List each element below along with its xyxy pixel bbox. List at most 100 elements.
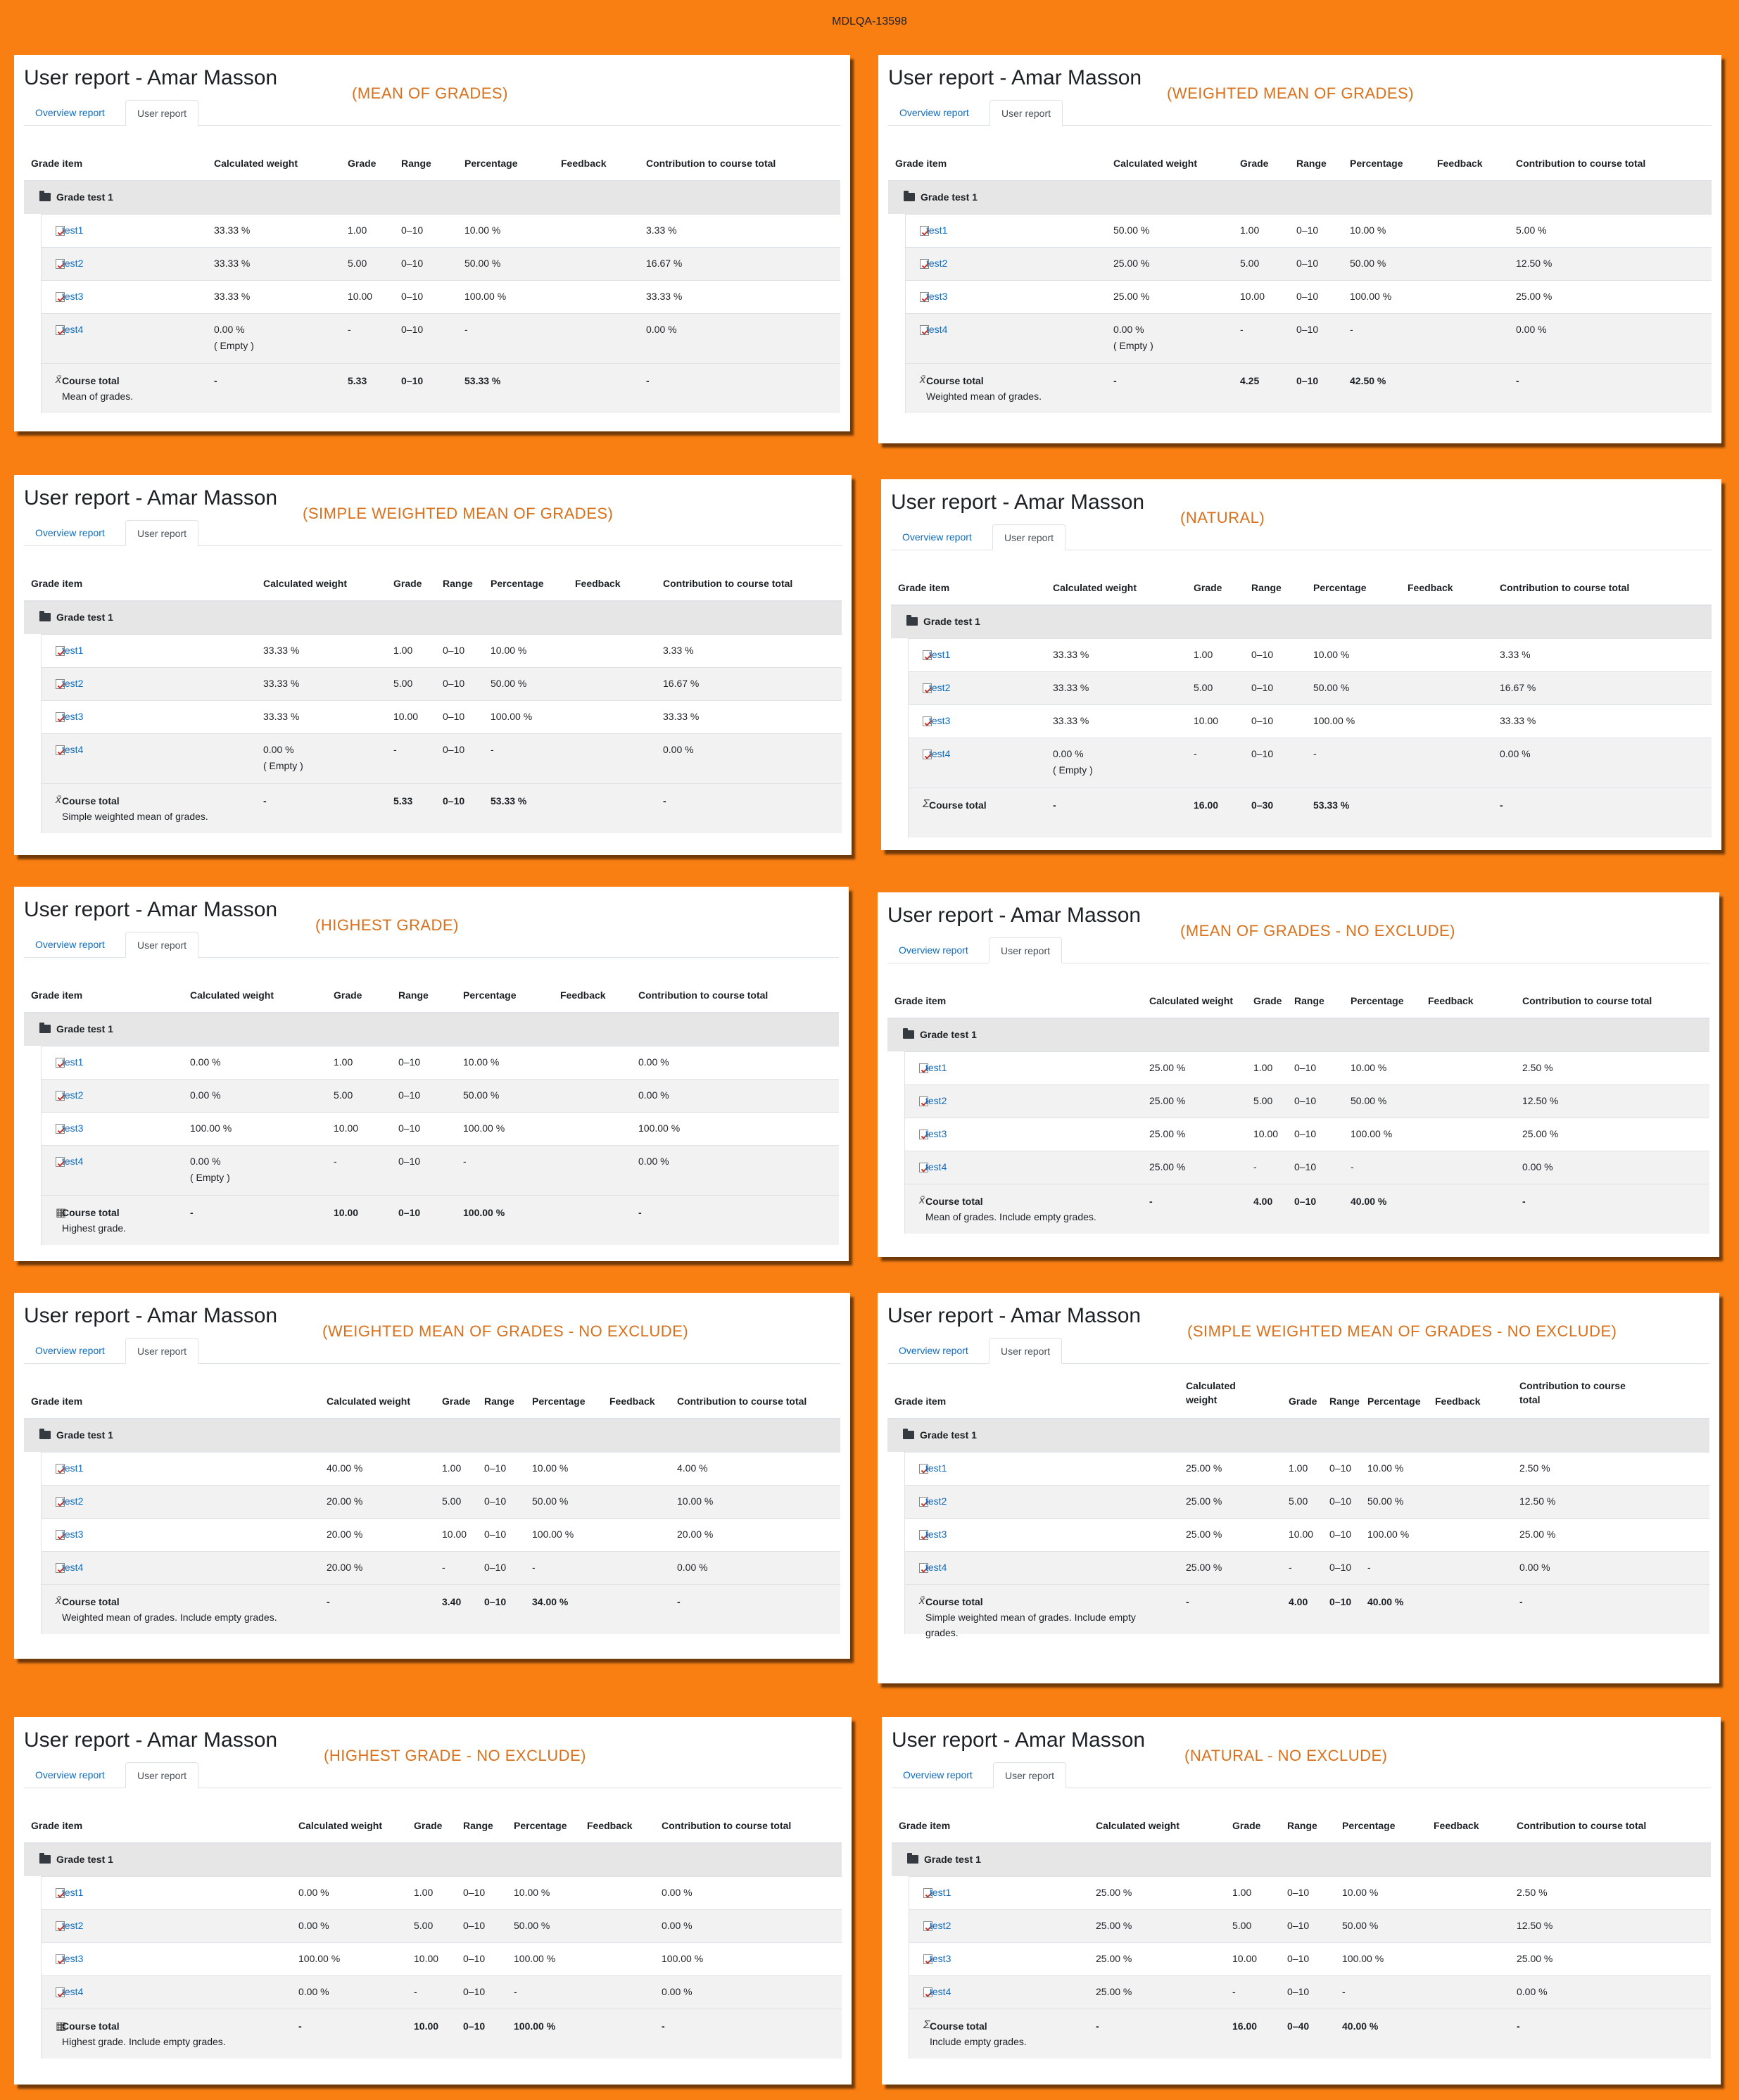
table-row: test4 25.00 % - 0–10 - 0.00 %: [909, 1975, 1711, 2009]
grade-item-link[interactable]: test2: [62, 1920, 83, 1931]
total-weight-cell: -: [1053, 799, 1056, 811]
tab-overview-report[interactable]: Overview report: [887, 1338, 980, 1363]
range-cell: 0–10: [1294, 1128, 1317, 1139]
table-header: Grade item Calculated weight Grade Range…: [888, 134, 1712, 181]
category-row: Grade test 1: [24, 1843, 842, 1876]
grade-item-link[interactable]: test4: [925, 1562, 947, 1573]
grade-item-link[interactable]: test3: [62, 711, 83, 722]
grade-item-link[interactable]: test4: [62, 1156, 83, 1167]
tab-user-report[interactable]: User report: [993, 1762, 1067, 1788]
grade-item-link[interactable]: test3: [62, 291, 83, 302]
tab-overview-report[interactable]: Overview report: [24, 100, 116, 125]
calc-weight-cell: 25.00 %: [1096, 1887, 1132, 1898]
grade-item-link[interactable]: test3: [926, 291, 947, 302]
tab-overview-report[interactable]: Overview report: [887, 937, 980, 963]
report-title: User report - Amar Masson: [24, 898, 278, 921]
grade-item-link[interactable]: test2: [62, 678, 83, 689]
report-panel: User report - Amar Masson (SIMPLE WEIGHT…: [14, 475, 852, 855]
grade-item-link[interactable]: test1: [929, 649, 950, 660]
total-weight-cell: -: [1096, 2020, 1099, 2032]
grade-item-link[interactable]: test2: [929, 682, 950, 693]
report-panel: User report - Amar Masson (NATURAL) Over…: [881, 479, 1721, 850]
table-row: test1 33.33 % 1.00 0–10 10.00 % 3.33 %: [909, 638, 1712, 671]
grade-item-link[interactable]: test4: [62, 324, 83, 335]
col-percentage: Percentage: [491, 578, 544, 589]
tab-overview-report[interactable]: Overview report: [24, 932, 116, 957]
report-title: User report - Amar Masson: [892, 1728, 1146, 1752]
tab-user-report[interactable]: User report: [125, 520, 199, 546]
tab-user-report[interactable]: User report: [989, 937, 1063, 963]
grade-item-link[interactable]: test1: [62, 1887, 83, 1898]
grade-item-link[interactable]: test1: [62, 1056, 83, 1068]
grade-item-link[interactable]: test3: [925, 1529, 947, 1540]
course-total-desc: Highest grade. Include empty grades.: [62, 2036, 226, 2047]
grade-item-link[interactable]: test3: [925, 1128, 947, 1139]
grade-item-link[interactable]: test3: [62, 1953, 83, 1964]
range-cell: 0–10: [1251, 682, 1274, 693]
grade-item-link[interactable]: test1: [62, 645, 83, 656]
range-cell: 0–10: [1287, 1887, 1310, 1898]
grade-item-link[interactable]: test1: [930, 1887, 951, 1898]
contribution-cell: 2.50 %: [1522, 1062, 1553, 1073]
grade-item-link[interactable]: test2: [930, 1920, 951, 1931]
calc-weight-cell: 25.00 %: [1096, 1986, 1132, 1997]
calc-weight-cell: 0.00 %: [1053, 748, 1084, 759]
report-title: User report - Amar Masson: [24, 1304, 278, 1327]
grade-item-link[interactable]: test4: [929, 748, 950, 759]
col-percentage: Percentage: [463, 989, 517, 1001]
grade-item-link[interactable]: test4: [925, 1161, 947, 1172]
tab-user-report[interactable]: User report: [125, 100, 199, 126]
tab-overview-report[interactable]: Overview report: [892, 1762, 984, 1788]
range-cell: 0–10: [401, 291, 424, 302]
grade-item-link[interactable]: test1: [926, 224, 947, 236]
grade-cell: -: [1240, 324, 1244, 335]
report-tabs: Overview report User report: [24, 100, 840, 126]
grade-item-link[interactable]: test2: [926, 258, 947, 269]
table-row: test2 25.00 % 5.00 0–10 50.00 % 12.50 %: [909, 1909, 1711, 1942]
total-range-cell: 0–10: [401, 375, 424, 386]
col-grade: Grade: [1194, 582, 1222, 593]
grade-item-link[interactable]: test3: [62, 1529, 83, 1540]
table-row: test1 40.00 % 1.00 0–10 10.00 % 4.00 %: [42, 1452, 840, 1485]
grade-item-link[interactable]: test4: [62, 1562, 83, 1573]
grade-item-link[interactable]: test4: [62, 1986, 83, 1997]
report-tabs: Overview report User report: [891, 524, 1712, 550]
contribution-cell: 0.00 %: [646, 324, 677, 335]
folder-icon: [39, 611, 51, 621]
grade-item-link[interactable]: test2: [62, 258, 83, 269]
tab-user-report[interactable]: User report: [125, 932, 199, 958]
tab-overview-report[interactable]: Overview report: [24, 1338, 116, 1363]
total-percentage-cell: 42.50 %: [1350, 375, 1386, 386]
grade-item-link[interactable]: test1: [62, 224, 83, 236]
tab-overview-report[interactable]: Overview report: [891, 524, 983, 550]
grade-item-link[interactable]: test1: [925, 1462, 947, 1474]
grade-item-link[interactable]: test4: [930, 1986, 951, 1997]
tab-user-report[interactable]: User report: [989, 1338, 1063, 1364]
tab-user-report[interactable]: User report: [989, 100, 1063, 126]
col-grade: Grade: [1240, 158, 1269, 169]
grade-item-link[interactable]: test1: [62, 1462, 83, 1474]
percentage-cell: 100.00 %: [464, 291, 507, 302]
col-grade: Grade: [393, 578, 422, 589]
grade-cell: -: [1289, 1562, 1292, 1573]
grade-item-link[interactable]: test4: [926, 324, 947, 335]
category-label: Grade test 1: [924, 1854, 981, 1865]
calc-weight-cell: 0.00 %: [298, 1986, 329, 1997]
tab-user-report[interactable]: User report: [992, 524, 1066, 550]
grade-item-link[interactable]: test2: [62, 1495, 83, 1507]
tab-overview-report[interactable]: Overview report: [24, 1762, 116, 1788]
tab-overview-report[interactable]: Overview report: [24, 520, 116, 545]
grade-item-link[interactable]: test3: [929, 715, 950, 726]
grade-item-link[interactable]: test1: [925, 1062, 947, 1073]
grade-item-link[interactable]: test2: [62, 1089, 83, 1101]
grade-item-link[interactable]: test2: [925, 1095, 947, 1106]
grade-item-link[interactable]: test2: [925, 1495, 947, 1507]
tab-overview-report[interactable]: Overview report: [888, 100, 980, 125]
grade-item-link[interactable]: test3: [62, 1122, 83, 1134]
percentage-cell: 100.00 %: [1313, 715, 1355, 726]
grade-item-link[interactable]: test3: [930, 1953, 951, 1964]
report-panel: User report - Amar Masson (HIGHEST GRADE…: [14, 1717, 852, 2085]
tab-user-report[interactable]: User report: [125, 1762, 199, 1788]
grade-item-link[interactable]: test4: [62, 744, 83, 755]
tab-user-report[interactable]: User report: [125, 1338, 199, 1364]
